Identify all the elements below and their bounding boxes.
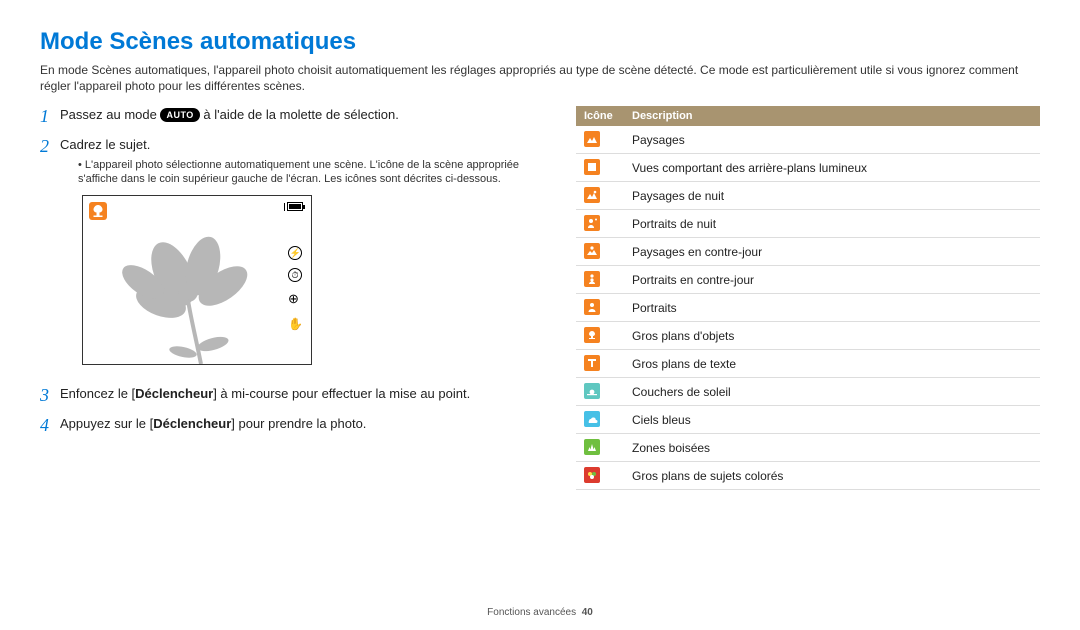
table-row: Zones boisées [576,434,1040,462]
scene-icon-table: Icône Description PaysagesVues comportan… [576,106,1040,490]
cell-description: Vues comportant des arrière-plans lumine… [624,154,1040,182]
cell-icon [576,322,624,350]
portrait-icon [584,299,600,315]
sky-icon [584,411,600,427]
steps-list: 1 Passez au mode AUTO à l'aide de la mol… [40,106,540,436]
text-icon [584,355,600,371]
cell-description: Portraits de nuit [624,210,1040,238]
table-row: Ciels bleus [576,406,1040,434]
cell-description: Portraits [624,294,1040,322]
cell-description: Gros plans de texte [624,350,1040,378]
step-text-1: Passez au mode AUTO à l'aide de la molet… [60,106,540,128]
step-text-3: Enfoncez le [Déclencheur] à mi-course po… [60,385,540,407]
color-macro-icon [584,467,600,483]
step1-suffix: à l'aide de la molette de sélection. [200,107,399,122]
backlight-landscape-icon [584,243,600,259]
step3-a: Enfoncez le [ [60,386,135,401]
cell-description: Ciels bleus [624,406,1040,434]
th-description: Description [624,106,1040,126]
night-landscape-icon [584,187,600,203]
right-column: Icône Description PaysagesVues comportan… [576,106,1040,490]
sunset-icon [584,383,600,399]
page-footer: Fonctions avancées 40 [0,607,1080,618]
step4-b: Déclencheur [153,416,231,431]
cell-icon [576,126,624,154]
cell-description: Zones boisées [624,434,1040,462]
cell-icon [576,266,624,294]
cell-icon [576,462,624,490]
step-number-2: 2 [40,136,60,377]
table-row: Portraits [576,294,1040,322]
step4-a: Appuyez sur le [ [60,416,153,431]
cell-icon [576,350,624,378]
table-row: Gros plans d'objets [576,322,1040,350]
cell-icon [576,210,624,238]
table-row: Portraits de nuit [576,210,1040,238]
table-row: Portraits en contre-jour [576,266,1040,294]
step4-c: ] pour prendre la photo. [231,416,366,431]
battery-icon [287,202,303,211]
left-column: 1 Passez au mode AUTO à l'aide de la mol… [40,106,540,490]
th-icon: Icône [576,106,624,126]
step2-bullet: L'appareil photo sélectionne automatique… [78,158,540,188]
table-row: Paysages [576,126,1040,154]
camera-screen-preview: ⚡ ⏱ ⊕ ✋ [82,195,312,365]
side-icons: ⚡ ⏱ ⊕ ✋ [288,246,303,332]
cell-icon [576,238,624,266]
night-portrait-icon [584,215,600,231]
zoom-icon: ⊕ [288,290,303,308]
step3-b: Déclencheur [135,386,213,401]
status-top-right [284,202,303,211]
step-text-2: Cadrez le sujet. L'appareil photo sélect… [60,136,540,377]
scene-icon [89,202,107,220]
table-row: Gros plans de texte [576,350,1040,378]
cell-description: Paysages de nuit [624,182,1040,210]
intro-text: En mode Scènes automatiques, l'appareil … [40,62,1040,94]
step2-main: Cadrez le sujet. [60,137,150,152]
table-row: Gros plans de sujets colorés [576,462,1040,490]
cell-icon [576,154,624,182]
timer-icon: ⏱ [288,268,302,282]
white-icon [584,159,600,175]
forest-icon [584,439,600,455]
cell-icon [576,406,624,434]
flash-icon: ⚡ [288,246,302,260]
table-row: Couchers de soleil [576,378,1040,406]
macro-icon [584,327,600,343]
cell-icon [576,182,624,210]
cell-description: Paysages [624,126,1040,154]
cell-description: Paysages en contre-jour [624,238,1040,266]
stabilizer-icon: ✋ [288,316,303,332]
cell-description: Gros plans de sujets colorés [624,462,1040,490]
step1-prefix: Passez au mode [60,107,160,122]
cell-icon [576,434,624,462]
cell-icon [576,294,624,322]
step-number-4: 4 [40,415,60,437]
backlight-portrait-icon [584,271,600,287]
cell-description: Couchers de soleil [624,378,1040,406]
auto-pill-icon: AUTO [160,108,199,122]
table-row: Paysages de nuit [576,182,1040,210]
table-row: Paysages en contre-jour [576,238,1040,266]
footer-page-number: 40 [582,607,593,618]
page-title: Mode Scènes automatiques [40,28,1040,56]
flower-graphic-icon [113,224,263,364]
step-number-3: 3 [40,385,60,407]
step-text-4: Appuyez sur le [Déclencheur] pour prendr… [60,415,540,437]
landscape-icon [584,131,600,147]
cell-icon [576,378,624,406]
indicator-tick-icon [284,203,285,211]
step3-c: ] à mi-course pour effectuer la mise au … [213,386,470,401]
cell-description: Gros plans d'objets [624,322,1040,350]
table-row: Vues comportant des arrière-plans lumine… [576,154,1040,182]
step-number-1: 1 [40,106,60,128]
footer-section: Fonctions avancées [487,607,576,618]
cell-description: Portraits en contre-jour [624,266,1040,294]
